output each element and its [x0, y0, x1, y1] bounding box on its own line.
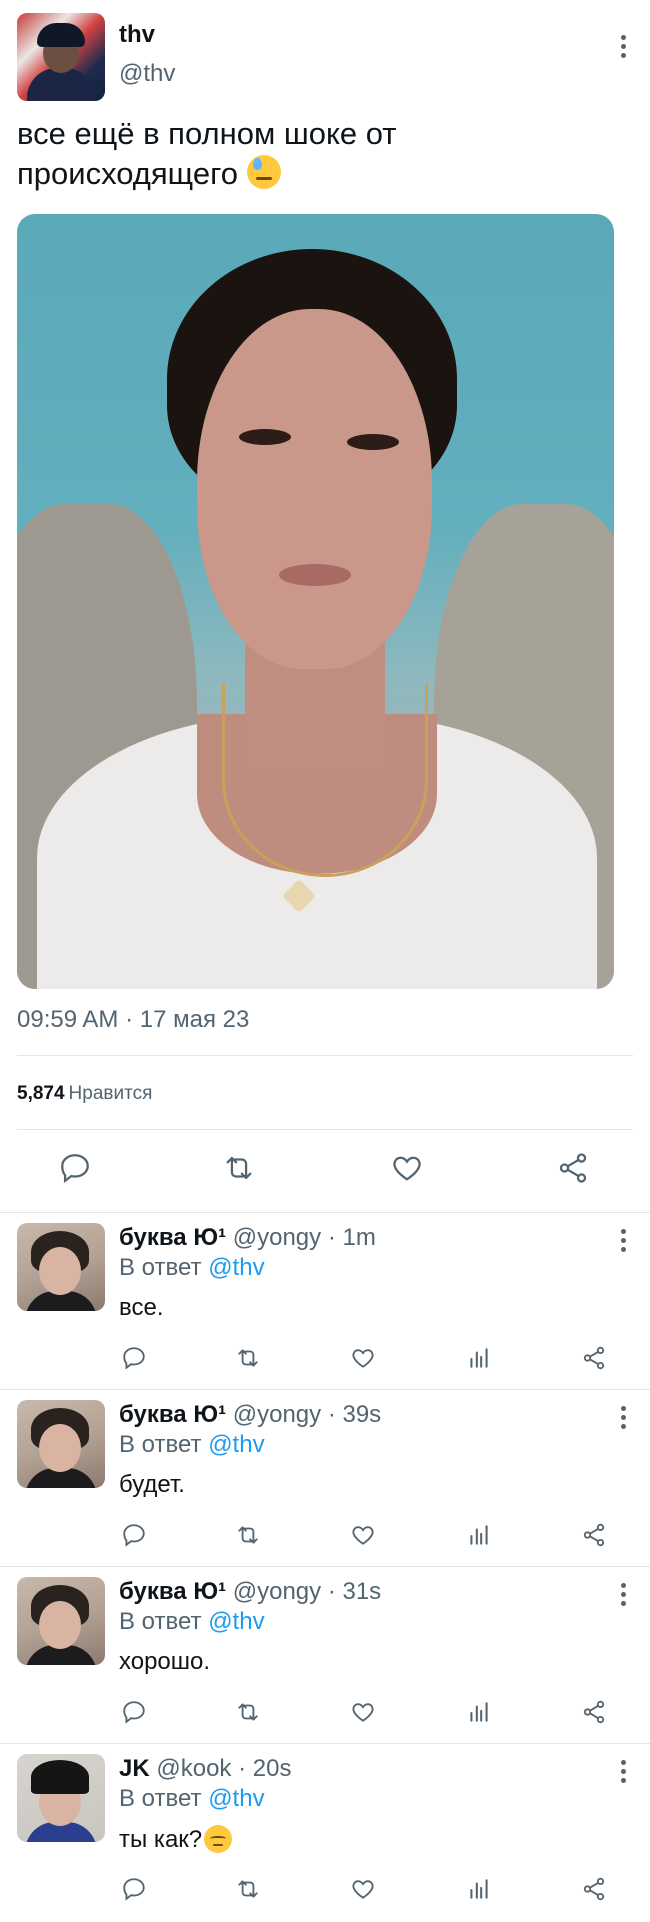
replying-to: В ответ @thv [119, 1254, 265, 1282]
divider [17, 1055, 633, 1056]
reply-author-name[interactable]: буква Ю¹ [119, 1578, 226, 1605]
reply-icon[interactable] [119, 1697, 149, 1727]
more-icon[interactable] [613, 1225, 633, 1255]
reply-author-name[interactable]: JK [119, 1755, 150, 1782]
reply-text: будет. [119, 1471, 185, 1498]
reply-action-bar [119, 1520, 619, 1554]
replying-to: В ответ @thv [119, 1608, 265, 1636]
likes-label: Нравится [68, 1083, 153, 1104]
reply-text: ты как? [119, 1826, 203, 1853]
divider [17, 1129, 633, 1130]
reply-avatar[interactable] [17, 1400, 105, 1488]
reply-text: все. [119, 1294, 164, 1321]
reply-text-row: ты как? [119, 1825, 233, 1854]
reply-action-bar [119, 1343, 619, 1377]
reply-header: JK @kook · 20s [119, 1755, 291, 1783]
author-row: thv @thv [17, 13, 633, 101]
tweet-timestamp: 09:59 AM · 17 мая 23 [17, 1006, 250, 1033]
reply-header: буква Ю¹ @yongy · 31s [119, 1578, 381, 1606]
replying-prefix: В ответ [119, 1254, 202, 1281]
reply-time: · 39s [327, 1401, 382, 1428]
sweat-emoji-icon [246, 155, 281, 189]
like-icon[interactable] [348, 1343, 378, 1373]
share-icon[interactable] [579, 1697, 609, 1727]
replying-to: В ответ @thv [119, 1785, 265, 1813]
views-icon[interactable] [464, 1874, 494, 1904]
tweet-action-bar [17, 1148, 633, 1192]
like-icon[interactable] [348, 1874, 378, 1904]
reply-item[interactable]: JK @kook · 20s В ответ @thv ты как? [0, 1743, 650, 1922]
author-name[interactable]: thv [119, 21, 155, 49]
reply-time: · 20s [238, 1755, 292, 1782]
reply-avatar[interactable] [17, 1577, 105, 1665]
retweet-icon[interactable] [219, 1148, 259, 1188]
reply-handle[interactable]: @yongy [233, 1578, 321, 1605]
reply-author-name[interactable]: буква Ю¹ [119, 1401, 226, 1428]
replying-to: В ответ @thv [119, 1431, 265, 1459]
reply-avatar[interactable] [17, 1754, 105, 1842]
reply-handle[interactable]: @yongy [233, 1224, 321, 1251]
author-avatar[interactable] [17, 13, 105, 101]
mention-link[interactable]: @thv [208, 1785, 264, 1812]
reply-item[interactable]: буква Ю¹ @yongy · 1m В ответ @thv все. [0, 1212, 650, 1391]
more-icon[interactable] [613, 1579, 633, 1609]
retweet-icon[interactable] [233, 1697, 263, 1727]
replying-prefix: В ответ [119, 1608, 202, 1635]
reply-item[interactable]: буква Ю¹ @yongy · 39s В ответ @thv будет… [0, 1389, 650, 1568]
replying-prefix: В ответ [119, 1785, 202, 1812]
share-icon[interactable] [579, 1874, 609, 1904]
reply-handle[interactable]: @kook [156, 1755, 231, 1782]
reply-icon[interactable] [119, 1520, 149, 1550]
reply-action-bar [119, 1874, 619, 1908]
mention-link[interactable]: @thv [208, 1608, 264, 1635]
like-icon[interactable] [348, 1697, 378, 1727]
views-icon[interactable] [464, 1343, 494, 1373]
mention-link[interactable]: @thv [208, 1254, 264, 1281]
retweet-icon[interactable] [233, 1520, 263, 1550]
share-icon[interactable] [579, 1520, 609, 1550]
views-icon[interactable] [464, 1697, 494, 1727]
reply-time: · 31s [327, 1578, 382, 1605]
replying-prefix: В ответ [119, 1431, 202, 1458]
reply-time: · 1m [327, 1224, 376, 1251]
reply-text: хорошо. [119, 1648, 211, 1675]
more-icon[interactable] [613, 1756, 633, 1786]
reply-icon[interactable] [55, 1148, 95, 1188]
more-icon[interactable] [613, 1402, 633, 1432]
tweet-text: все ещё в полном шоке от происходящего [17, 114, 617, 194]
author-handle[interactable]: @thv [119, 60, 175, 88]
reply-action-bar [119, 1697, 619, 1731]
like-icon[interactable] [387, 1148, 427, 1188]
likes-count: 5,874 [17, 1083, 65, 1104]
views-icon[interactable] [464, 1520, 494, 1550]
reply-header: буква Ю¹ @yongy · 1m [119, 1224, 376, 1252]
reply-avatar[interactable] [17, 1223, 105, 1311]
pensive-emoji-icon [204, 1825, 233, 1853]
likes-row[interactable]: 5,874 Нравится [17, 1083, 152, 1105]
more-icon[interactable] [613, 31, 633, 61]
retweet-icon[interactable] [233, 1874, 263, 1904]
like-icon[interactable] [348, 1520, 378, 1550]
tweet-text-content: все ещё в полном шоке от происходящего [17, 116, 397, 191]
share-icon[interactable] [553, 1148, 593, 1188]
tweet-photo[interactable] [17, 214, 614, 989]
reply-icon[interactable] [119, 1343, 149, 1373]
retweet-icon[interactable] [233, 1343, 263, 1373]
share-icon[interactable] [579, 1343, 609, 1373]
reply-handle[interactable]: @yongy [233, 1401, 321, 1428]
reply-author-name[interactable]: буква Ю¹ [119, 1224, 226, 1251]
reply-header: буква Ю¹ @yongy · 39s [119, 1401, 381, 1429]
mention-link[interactable]: @thv [208, 1431, 264, 1458]
reply-icon[interactable] [119, 1874, 149, 1904]
reply-item[interactable]: буква Ю¹ @yongy · 31s В ответ @thv хорош… [0, 1566, 650, 1745]
